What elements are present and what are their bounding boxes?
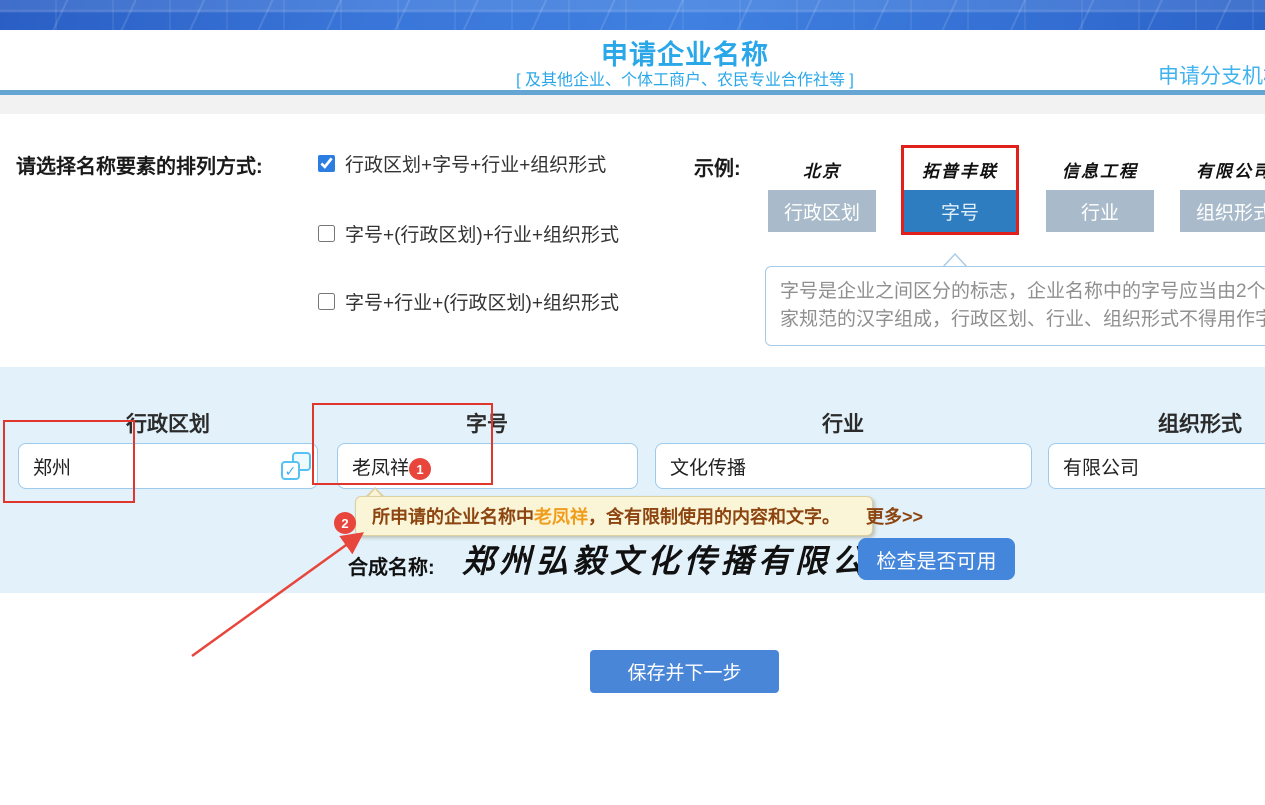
top-banner [0,0,1265,30]
annotation-badge-2: 2 [334,512,356,534]
page-subtitle: [ 及其他企业、个体工商户、农民专业合作社等 ] [455,66,915,90]
example-card-industry: 信息工程 行业 [1046,148,1154,232]
branch-application-link[interactable]: 申请分支机构 [1158,60,1265,90]
example-card-tradename-highlighted: 拓普丰联 字号 [901,145,1019,235]
orgform-input[interactable] [1048,443,1265,489]
restricted-name-warning: 所申请的企业名称中老凤祥，含有限制使用的内容和文字。 更多>> [355,496,873,536]
arrangement-option-3[interactable]: 字号+行业+(行政区划)+组织形式 [318,288,619,315]
tradename-note-line1: 字号是企业之间区分的标志，企业名称中的字号应当由2个或2个 [780,278,1265,306]
example-card-region: 北京 行政区划 [768,148,876,232]
check-availability-button[interactable]: 检查是否可用 [858,538,1015,580]
warning-prefix: 所申请的企业名称中 [372,503,534,529]
arrangement-checkbox-2[interactable] [318,225,335,242]
column-header-industry: 行业 [743,408,943,438]
annotation-rect-tradename [312,403,493,485]
example-card-industry-value: 信息工程 [1046,148,1154,190]
example-card-orgform: 有限公司 组织形式 [1180,148,1265,232]
save-next-button[interactable]: 保存并下一步 [590,650,779,693]
example-card-tradename-category: 字号 [904,190,1016,232]
arrangement-option-3-label[interactable]: 字号+行业+(行政区划)+组织形式 [345,288,619,315]
industry-input[interactable] [655,443,1032,489]
arrangement-option-1[interactable]: 行政区划+字号+行业+组织形式 [318,150,606,177]
arrangement-option-1-label[interactable]: 行政区划+字号+行业+组织形式 [345,150,606,177]
arrangement-label: 请选择名称要素的排列方式: [16,150,263,179]
stacked-checkbox-picker-icon[interactable]: ✓ [281,452,311,480]
example-card-industry-category: 行业 [1046,190,1154,232]
composed-name-value: 郑州弘毅文化传播有限公司 [462,536,906,582]
example-card-region-value: 北京 [768,148,876,190]
name-application-page: 申请企业名称 [ 及其他企业、个体工商户、农民专业合作社等 ] 申请分支机构 请… [0,0,1265,805]
checkbox-front-icon: ✓ [281,461,300,480]
arrangement-option-2-label[interactable]: 字号+(行政区划)+行业+组织形式 [345,220,619,247]
annotation-badge-1: 1 [409,458,431,480]
example-card-region-category: 行政区划 [768,190,876,232]
example-card-orgform-category: 组织形式 [1180,190,1265,232]
column-header-orgform: 组织形式 [1100,408,1265,438]
example-card-tradename-value: 拓普丰联 [904,148,1016,190]
example-label: 示例: [694,152,741,181]
header-strip [0,95,1265,114]
tradename-note-line2: 家规范的汉字组成，行政区划、行业、组织形式不得用作字号。 [780,306,1265,334]
arrangement-checkbox-3[interactable] [318,293,335,310]
tradename-note: 字号是企业之间区分的标志，企业名称中的字号应当由2个或2个 家规范的汉字组成，行… [765,266,1265,346]
arrangement-checkbox-1[interactable] [318,155,335,172]
warning-highlighted-name: 老凤祥 [534,503,588,529]
warning-more-link[interactable]: 更多>> [866,503,923,529]
arrangement-option-2[interactable]: 字号+(行政区划)+行业+组织形式 [318,220,619,247]
warning-suffix: ，含有限制使用的内容和文字。 [588,503,840,529]
note-pointer-arrow [942,253,968,267]
composed-name-label: 合成名称: [348,551,435,580]
example-card-orgform-value: 有限公司 [1180,148,1265,190]
annotation-rect-region [3,420,135,503]
